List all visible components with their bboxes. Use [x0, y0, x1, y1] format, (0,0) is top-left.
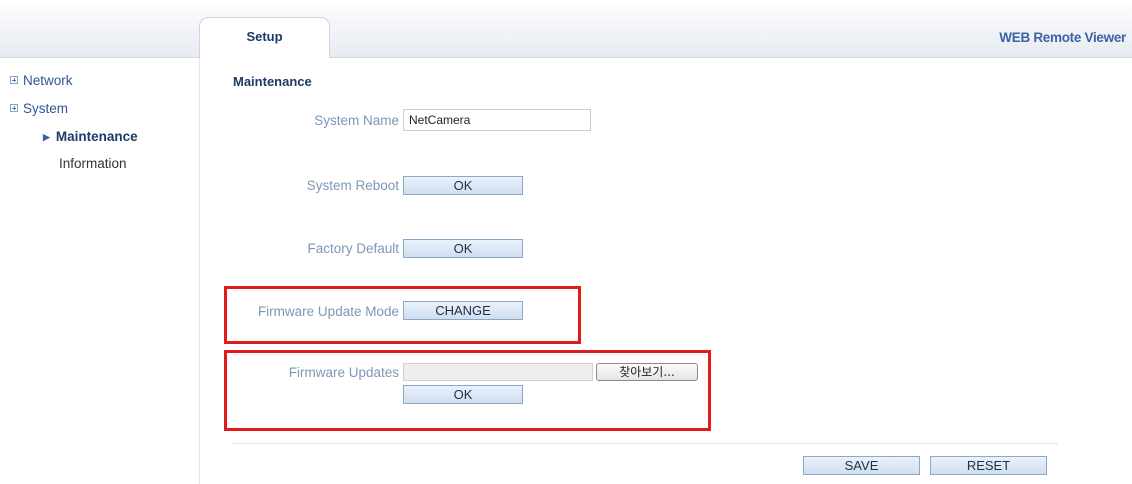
triangle-right-icon: ▶	[43, 132, 50, 142]
firmware-updates-label: Firmware Updates	[288, 365, 399, 380]
browse-button[interactable]: 찾아보기...	[596, 363, 698, 381]
system-reboot-ok-button[interactable]: OK	[403, 176, 523, 195]
expand-icon	[10, 76, 18, 84]
sidebar-item-maintenance[interactable]: ▶ Maintenance	[43, 129, 138, 144]
page-title: Maintenance	[233, 74, 312, 89]
save-button[interactable]: SAVE	[803, 456, 920, 475]
firmware-updates-ok-button[interactable]: OK	[403, 385, 523, 404]
sidebar	[0, 58, 200, 484]
sidebar-item-label: Maintenance	[55, 129, 138, 144]
firmware-update-mode-label: Firmware Update Mode	[257, 304, 399, 319]
app-title: WEB Remote Viewer	[999, 30, 1126, 45]
tab-setup[interactable]: Setup	[199, 17, 330, 58]
reset-button[interactable]: RESET	[930, 456, 1047, 475]
firmware-file-field[interactable]	[403, 363, 593, 381]
firmware-update-mode-change-button[interactable]: CHANGE	[403, 301, 523, 320]
top-header	[0, 0, 1132, 58]
sidebar-item-network[interactable]: Network	[10, 73, 73, 88]
sidebar-item-label: Information	[59, 156, 127, 171]
system-name-label: System Name	[314, 113, 399, 128]
sidebar-item-information[interactable]: Information	[59, 156, 127, 171]
divider	[233, 443, 1057, 444]
factory-default-ok-button[interactable]: OK	[403, 239, 523, 258]
expand-icon	[10, 104, 18, 112]
sidebar-item-label: System	[23, 101, 69, 116]
sidebar-item-label: Network	[23, 73, 73, 88]
system-name-input[interactable]	[403, 109, 591, 131]
factory-default-label: Factory Default	[307, 241, 399, 256]
system-reboot-label: System Reboot	[306, 178, 399, 193]
sidebar-item-system[interactable]: System	[10, 101, 68, 116]
